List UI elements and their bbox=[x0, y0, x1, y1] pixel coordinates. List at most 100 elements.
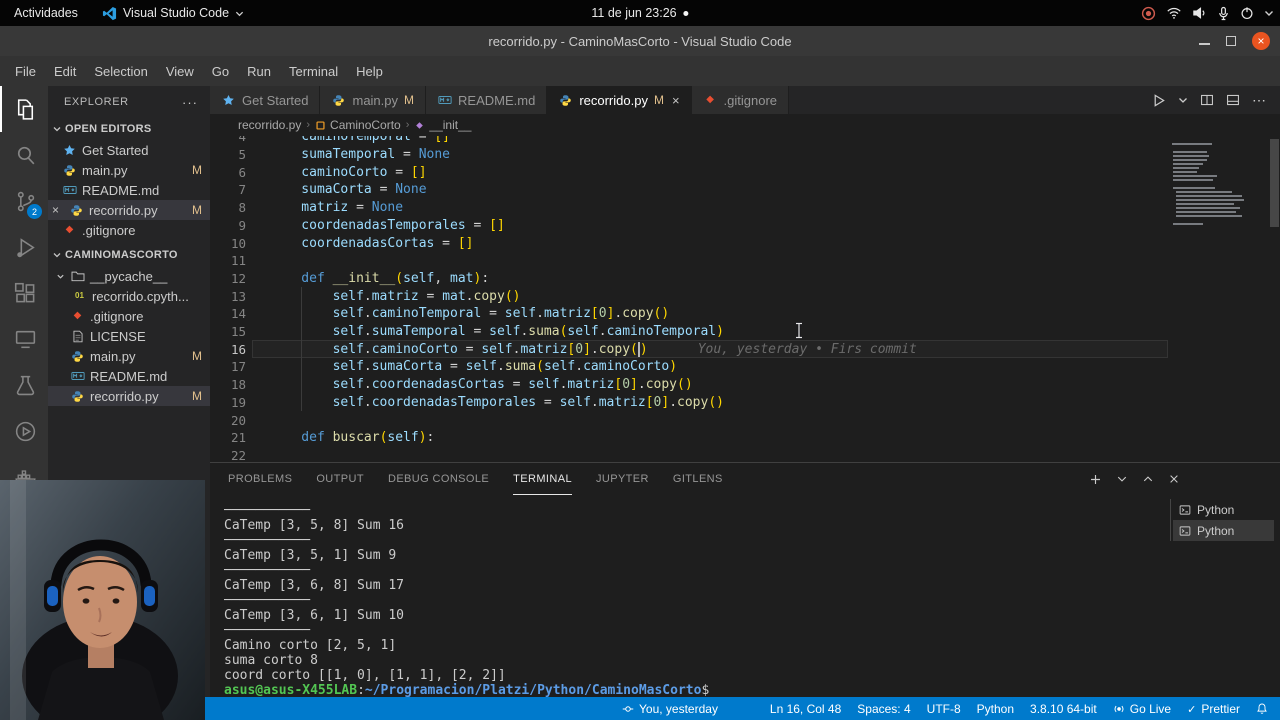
status-3-8-10-64-bit[interactable]: 3.8.10 64-bit bbox=[1022, 697, 1105, 720]
chevron-down-icon[interactable] bbox=[1264, 8, 1274, 18]
run-python-file-icon[interactable] bbox=[1151, 93, 1166, 108]
open-editors-header[interactable]: OPEN EDITORS bbox=[48, 118, 210, 140]
terminal-session[interactable]: Python bbox=[1173, 499, 1274, 520]
split-editor-icon[interactable] bbox=[1200, 93, 1214, 107]
activity-search[interactable] bbox=[0, 132, 48, 178]
wifi-icon[interactable] bbox=[1166, 6, 1182, 20]
panel-tab-problems[interactable]: PROBLEMS bbox=[228, 463, 292, 495]
panel-tab-debug-console[interactable]: DEBUG CONSOLE bbox=[388, 463, 489, 495]
activity-jupyter[interactable] bbox=[0, 408, 48, 454]
close-icon[interactable]: × bbox=[672, 93, 680, 108]
screen-record-icon[interactable] bbox=[1141, 6, 1156, 21]
open-editor-item[interactable]: Get Started bbox=[48, 140, 210, 160]
activity-remote-explorer[interactable] bbox=[0, 316, 48, 362]
activity-explorer[interactable] bbox=[0, 86, 48, 132]
code-line[interactable]: 22 bbox=[210, 447, 1280, 462]
tree-item[interactable]: 01 recorrido.cpyth... bbox=[48, 286, 210, 306]
open-editor-item[interactable]: main.py M bbox=[48, 160, 210, 180]
code-line[interactable]: 10 coordenadasCortas = [] bbox=[210, 234, 1280, 252]
toggle-layout-icon[interactable] bbox=[1226, 93, 1240, 107]
menu-view[interactable]: View bbox=[157, 60, 203, 83]
code-line[interactable]: 11 bbox=[210, 252, 1280, 270]
activity-extensions[interactable] bbox=[0, 270, 48, 316]
panel-tab-gitlens[interactable]: GITLENS bbox=[673, 463, 723, 495]
tree-item[interactable]: main.py M bbox=[48, 346, 210, 366]
status-python[interactable]: Python bbox=[969, 697, 1022, 720]
bell-icon[interactable] bbox=[1248, 697, 1276, 720]
project-header[interactable]: CAMINOMASCORTO bbox=[48, 244, 210, 266]
terminal-session[interactable]: Python bbox=[1173, 520, 1274, 541]
menu-help[interactable]: Help bbox=[347, 60, 392, 83]
code-line[interactable]: 14 self.caminoTemporal = self.matriz[0].c… bbox=[210, 305, 1280, 323]
breadcrumb-file[interactable]: recorrido.py bbox=[238, 118, 301, 132]
terminal[interactable]: ─────────── CaTemp [3, 5, 8] Sum 16 ──────… bbox=[224, 503, 1160, 697]
tree-item[interactable]: ◆ .gitignore bbox=[48, 306, 210, 326]
status-go-live[interactable]: Go Live bbox=[1105, 697, 1179, 720]
menu-go[interactable]: Go bbox=[203, 60, 238, 83]
microphone-icon[interactable] bbox=[1217, 6, 1230, 21]
close-panel-icon[interactable] bbox=[1168, 473, 1180, 485]
maximize-panel-icon[interactable] bbox=[1142, 473, 1154, 485]
clock[interactable]: 11 de jun 23:26 bbox=[591, 6, 689, 20]
code-editor[interactable]: 4 caminoTemporal = [] 5 sumaTemporal = None… bbox=[210, 136, 1280, 462]
code-line[interactable]: 15 self.sumaTemporal = self.suma(self.cam… bbox=[210, 323, 1280, 341]
tab-main-py[interactable]: main.py M bbox=[320, 86, 427, 114]
panel-tab-jupyter[interactable]: JUPYTER bbox=[596, 463, 649, 495]
status-ln-16-col-48[interactable]: Ln 16, Col 48 bbox=[762, 697, 849, 720]
status-spaces-4[interactable]: Spaces: 4 bbox=[849, 697, 918, 720]
menu-file[interactable]: File bbox=[6, 60, 45, 83]
minimap[interactable] bbox=[1170, 138, 1266, 438]
code-line[interactable]: 6 caminoCorto = [] bbox=[210, 163, 1280, 181]
code-line[interactable]: 16 self.caminoCorto = self.matriz[0].copy… bbox=[210, 340, 1280, 358]
code-line[interactable]: 5 sumaTemporal = None bbox=[210, 146, 1280, 164]
activities-button[interactable]: Actividades bbox=[0, 0, 92, 26]
tree-item[interactable]: LICENSE bbox=[48, 326, 210, 346]
tab--gitignore[interactable]: ◆ .gitignore bbox=[691, 86, 790, 114]
minimize-button[interactable] bbox=[1199, 43, 1210, 45]
tree-item[interactable]: __pycache__ bbox=[48, 266, 210, 286]
code-line[interactable]: 12 def __init__(self, mat): bbox=[210, 270, 1280, 288]
breadcrumb-method[interactable]: __init__ bbox=[414, 118, 471, 132]
tab-get-started[interactable]: Get Started bbox=[210, 86, 321, 114]
maximize-button[interactable] bbox=[1226, 36, 1236, 46]
activity-source-control[interactable]: 2 bbox=[0, 178, 48, 224]
panel-tab-output[interactable]: OUTPUT bbox=[316, 463, 364, 495]
open-editor-item[interactable]: × recorrido.py M bbox=[48, 200, 210, 220]
close-button[interactable]: × bbox=[1252, 32, 1270, 50]
power-icon[interactable] bbox=[1240, 6, 1254, 20]
activity-run-debug[interactable] bbox=[0, 224, 48, 270]
close-icon[interactable]: × bbox=[52, 203, 64, 217]
code-line[interactable]: 20 bbox=[210, 411, 1280, 429]
terminal-picker-icon[interactable] bbox=[1116, 473, 1128, 485]
code-line[interactable]: 7 sumaCorta = None bbox=[210, 181, 1280, 199]
new-terminal-icon[interactable] bbox=[1089, 473, 1102, 486]
status-prettier[interactable]: ✓ Prettier bbox=[1179, 697, 1248, 720]
tab-readme-md[interactable]: README.md bbox=[426, 86, 548, 114]
code-line[interactable]: 4 caminoTemporal = [] bbox=[210, 136, 1280, 146]
activity-testing[interactable] bbox=[0, 362, 48, 408]
menu-run[interactable]: Run bbox=[238, 60, 280, 83]
tree-item[interactable]: recorrido.py M bbox=[48, 386, 210, 406]
code-line[interactable]: 21 def buscar(self): bbox=[210, 429, 1280, 447]
menu-edit[interactable]: Edit bbox=[45, 60, 85, 83]
breadcrumb-class[interactable]: CaminoCorto bbox=[315, 118, 401, 132]
more-actions-icon[interactable]: ··· bbox=[182, 95, 198, 110]
code-line[interactable]: 19 self.coordenadasTemporales = self.matr… bbox=[210, 394, 1280, 412]
code-line[interactable]: 13 self.matriz = mat.copy() bbox=[210, 287, 1280, 305]
tree-item[interactable]: README.md bbox=[48, 366, 210, 386]
scrollbar-thumb[interactable] bbox=[1270, 139, 1279, 227]
code-line[interactable]: 8 matriz = None bbox=[210, 199, 1280, 217]
panel-tab-terminal[interactable]: TERMINAL bbox=[513, 463, 572, 495]
menu-selection[interactable]: Selection bbox=[85, 60, 156, 83]
app-menu[interactable]: Visual Studio Code bbox=[92, 0, 254, 26]
status-utf-8[interactable]: UTF-8 bbox=[919, 697, 969, 720]
open-editor-item[interactable]: ◆ .gitignore bbox=[48, 220, 210, 240]
run-dropdown-icon[interactable] bbox=[1178, 95, 1188, 105]
git-blame-status[interactable]: You, yesterday bbox=[622, 697, 718, 720]
code-line[interactable]: 17 self.sumaCorta = self.suma(self.camino… bbox=[210, 358, 1280, 376]
code-line[interactable]: 9 coordenadasTemporales = [] bbox=[210, 217, 1280, 235]
code-line[interactable]: 18 self.coordenadasCortas = self.matriz[0… bbox=[210, 376, 1280, 394]
tab-recorrido-py[interactable]: recorrido.py M × bbox=[547, 86, 692, 114]
volume-icon[interactable] bbox=[1192, 6, 1207, 20]
more-actions-icon[interactable]: ⋯ bbox=[1252, 93, 1266, 107]
